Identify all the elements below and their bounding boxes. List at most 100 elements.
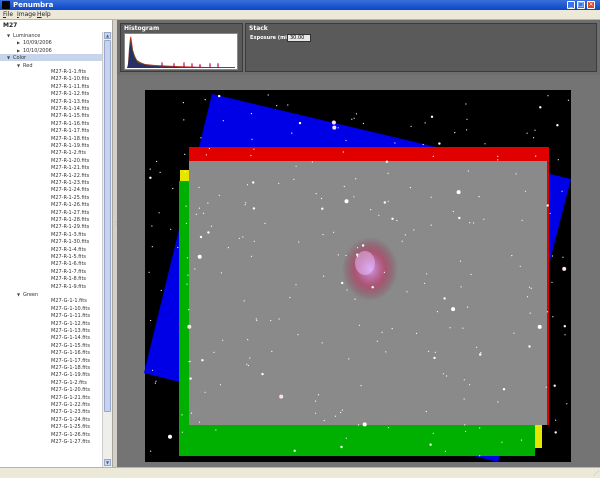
tree-item-file[interactable]: M27-R-1-29.fits (0, 224, 102, 231)
scroll-thumb[interactable] (104, 40, 111, 412)
tree-item-file[interactable]: M27-R-1-25.fits (0, 195, 102, 202)
star (195, 213, 197, 215)
tree-item-file[interactable]: M27-G-1-13.fits (0, 328, 102, 335)
tree-item-file[interactable]: M27-G-1-25.fits (0, 424, 102, 431)
tree-item-file[interactable]: M27-R-1-17.fits (0, 128, 102, 135)
tree-item-file[interactable]: M27-R-1-28.fits (0, 217, 102, 224)
tree-item-file[interactable]: M27-G-1-24.fits (0, 417, 102, 424)
star (545, 386, 547, 388)
tree-item-file[interactable]: M27-R-1-22.fits (0, 173, 102, 180)
minimize-button[interactable]: _ (567, 1, 575, 9)
tree-item-file[interactable]: M27-R-1-21.fits (0, 165, 102, 172)
tree-item-file[interactable]: M27-R-1-26.fits (0, 202, 102, 209)
tree-item-label: M27-G-1-10.fits (51, 305, 90, 312)
frame-tree[interactable]: ▼ Luminance ▶ 10/09/2006 ▶ 10/10/2006 ▼ Color ▼ R… (0, 32, 102, 467)
star (199, 235, 203, 239)
star (315, 412, 317, 414)
tree-item-group[interactable]: ▼ Green (0, 291, 102, 298)
star (151, 369, 154, 371)
tree-item-file[interactable]: M27-G-1-10.fits (0, 306, 102, 313)
tree-item-file[interactable]: M27-G-1-17.fits (0, 358, 102, 365)
star (410, 125, 412, 127)
star (467, 306, 469, 308)
menu-help[interactable]: Help (37, 10, 51, 20)
tree-item-file[interactable]: M27-R-1-24.fits (0, 187, 102, 194)
tree-item-file[interactable]: M27-G-1-15.fits (0, 343, 102, 350)
star (168, 434, 172, 439)
tree-item-file[interactable]: M27-R-1-30.fits (0, 239, 102, 246)
maximize-button[interactable]: □ (577, 1, 585, 9)
tree-item-file[interactable]: M27-G-1-14.fits (0, 335, 102, 342)
sidebar-scrollbar[interactable]: ▲ ▼ (102, 32, 112, 467)
title-bar[interactable]: Penumbra _ □ × (0, 0, 600, 10)
tree-item-file[interactable]: M27-R-1-5.fits (0, 254, 102, 261)
tree-item-file[interactable]: M27-R-1-6.fits (0, 261, 102, 268)
tree-item-file[interactable]: M27-R-1-27.fits (0, 210, 102, 217)
star (460, 286, 462, 288)
tree-item-file[interactable]: M27-R-1-3.fits (0, 232, 102, 239)
close-button[interactable]: × (587, 1, 595, 9)
tree-item-file[interactable]: M27-R-1-15.fits (0, 113, 102, 120)
star (463, 398, 465, 400)
tree-item-file[interactable]: M27-R-1-11.fits (0, 84, 102, 91)
tree-item-file[interactable]: M27-G-1-22.fits (0, 402, 102, 409)
tree-item-file[interactable]: M27-G-1-12.fits (0, 321, 102, 328)
tree-item-file[interactable]: M27-R-1-1.fits (0, 69, 102, 76)
star (433, 356, 436, 360)
tree-item-label: M27-R-1-12.fits (51, 91, 90, 98)
tree-item-file[interactable]: M27-R-1-8.fits (0, 276, 102, 283)
tree-item-file[interactable]: M27-R-1-10.fits (0, 76, 102, 83)
tree-item-file[interactable]: M27-G-1-27.fits (0, 439, 102, 446)
resize-grip-icon[interactable]: ⋰ (593, 470, 599, 477)
star (321, 342, 323, 344)
tree-item-group[interactable]: ▼ Luminance (0, 32, 102, 39)
tree-item-file[interactable]: M27-G-1-21.fits (0, 395, 102, 402)
tree-item-file[interactable]: M27-G-1-26.fits (0, 432, 102, 439)
stacked-image-canvas[interactable] (117, 75, 600, 467)
tree-item-file[interactable]: M27-R-1-12.fits (0, 91, 102, 98)
image-viewer[interactable] (117, 75, 600, 467)
star (198, 207, 200, 209)
tree-item-file[interactable]: M27-R-1-23.fits (0, 180, 102, 187)
tree-item-file[interactable]: M27-R-1-9.fits (0, 284, 102, 291)
tree-item-file[interactable]: M27-G-1-19.fits (0, 372, 102, 379)
tree-item-group[interactable]: ▶ 10/09/2006 (0, 39, 102, 46)
tree-item-file[interactable]: M27-G-1-20.fits (0, 387, 102, 394)
tree-item-file[interactable]: M27-R-1-20.fits (0, 158, 102, 165)
star (356, 253, 359, 256)
tree-item-file[interactable]: M27-R-1-16.fits (0, 121, 102, 128)
tree-item-label: M27-R-1-24.fits (51, 187, 90, 194)
menu-image[interactable]: Image (17, 10, 36, 20)
tree-item-label: M27-G-1-25.fits (51, 424, 90, 431)
scroll-down-arrow[interactable]: ▼ (104, 459, 111, 466)
tree-item-file[interactable]: M27-R-1-14.fits (0, 106, 102, 113)
star (434, 351, 436, 353)
tree-item-file[interactable]: M27-R-1-2.fits (0, 150, 102, 157)
tree-item-file[interactable]: M27-G-1-2.fits (0, 380, 102, 387)
star (190, 412, 193, 414)
tree-item-file[interactable]: M27-R-1-13.fits (0, 99, 102, 106)
histogram-title: Histogram (124, 25, 160, 32)
tree-item-file[interactable]: M27-G-1-11.fits (0, 313, 102, 320)
menu-file[interactable]: File (3, 10, 13, 20)
tree-item-file[interactable]: M27-G-1-23.fits (0, 409, 102, 416)
star (213, 351, 215, 353)
star (332, 125, 337, 130)
tree-item-group[interactable]: ▶ 10/10/2006 (0, 47, 102, 54)
tree-item-group[interactable]: ▼ Red (0, 62, 102, 69)
tree-item-file[interactable]: M27-G-1-16.fits (0, 350, 102, 357)
tree-item-file[interactable]: M27-G-1-1.fits (0, 298, 102, 305)
tree-item-file[interactable]: M27-R-1-4.fits (0, 247, 102, 254)
tree-item-group[interactable]: ▼ Color (0, 54, 102, 62)
tree-item-file[interactable]: M27-G-1-18.fits (0, 365, 102, 372)
scroll-up-arrow[interactable]: ▲ (104, 32, 111, 39)
star (353, 196, 355, 198)
tree-item-file[interactable]: M27-R-1-18.fits (0, 136, 102, 143)
exposure-field[interactable]: 30.00 (287, 34, 311, 42)
star (443, 297, 446, 300)
star (539, 106, 542, 109)
star (502, 388, 506, 391)
tree-item-file[interactable]: M27-R-1-19.fits (0, 143, 102, 150)
tree-item-file[interactable]: M27-R-1-7.fits (0, 269, 102, 276)
star (252, 181, 255, 184)
